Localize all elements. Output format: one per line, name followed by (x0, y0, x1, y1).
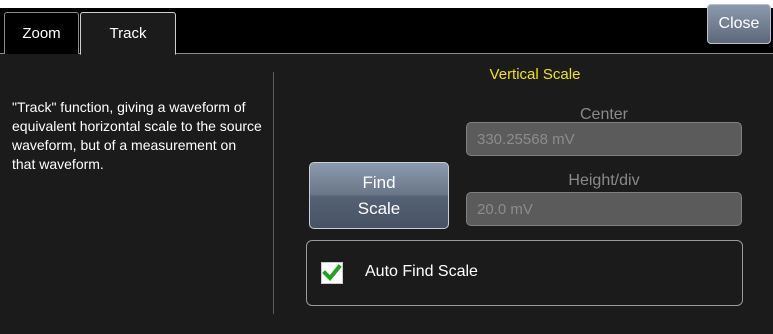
close-button[interactable]: Close (707, 4, 771, 44)
find-scale-label-line2: Scale (357, 198, 401, 218)
vertical-scale-title: Vertical Scale (489, 66, 581, 83)
vertical-divider (273, 72, 274, 314)
top-strip (0, 0, 773, 8)
auto-find-scale-group: Auto Find Scale (306, 240, 743, 306)
auto-find-scale-checkbox[interactable] (321, 262, 343, 284)
center-value: 330.25568 mV (477, 131, 575, 148)
find-scale-button[interactable]: Find Scale (309, 162, 449, 229)
track-dialog: Zoom Track Close "Track" function, givin… (0, 0, 773, 334)
track-description: "Track" function, giving a waveform of e… (12, 99, 262, 172)
height-div-field[interactable]: 20.0 mV (466, 192, 742, 226)
center-field[interactable]: 330.25568 mV (466, 122, 742, 156)
height-div-label: Height/div (568, 172, 640, 189)
auto-find-scale-label: Auto Find Scale (365, 263, 478, 280)
tab-track[interactable]: Track (80, 12, 176, 55)
find-scale-label-line1: Find (362, 172, 396, 192)
tab-track-label: Track (109, 25, 147, 42)
checkmark-icon (322, 264, 342, 281)
tab-zoom[interactable]: Zoom (4, 12, 79, 54)
close-button-label: Close (718, 15, 760, 32)
height-div-value: 20.0 mV (477, 201, 533, 218)
tab-zoom-label: Zoom (22, 25, 61, 42)
